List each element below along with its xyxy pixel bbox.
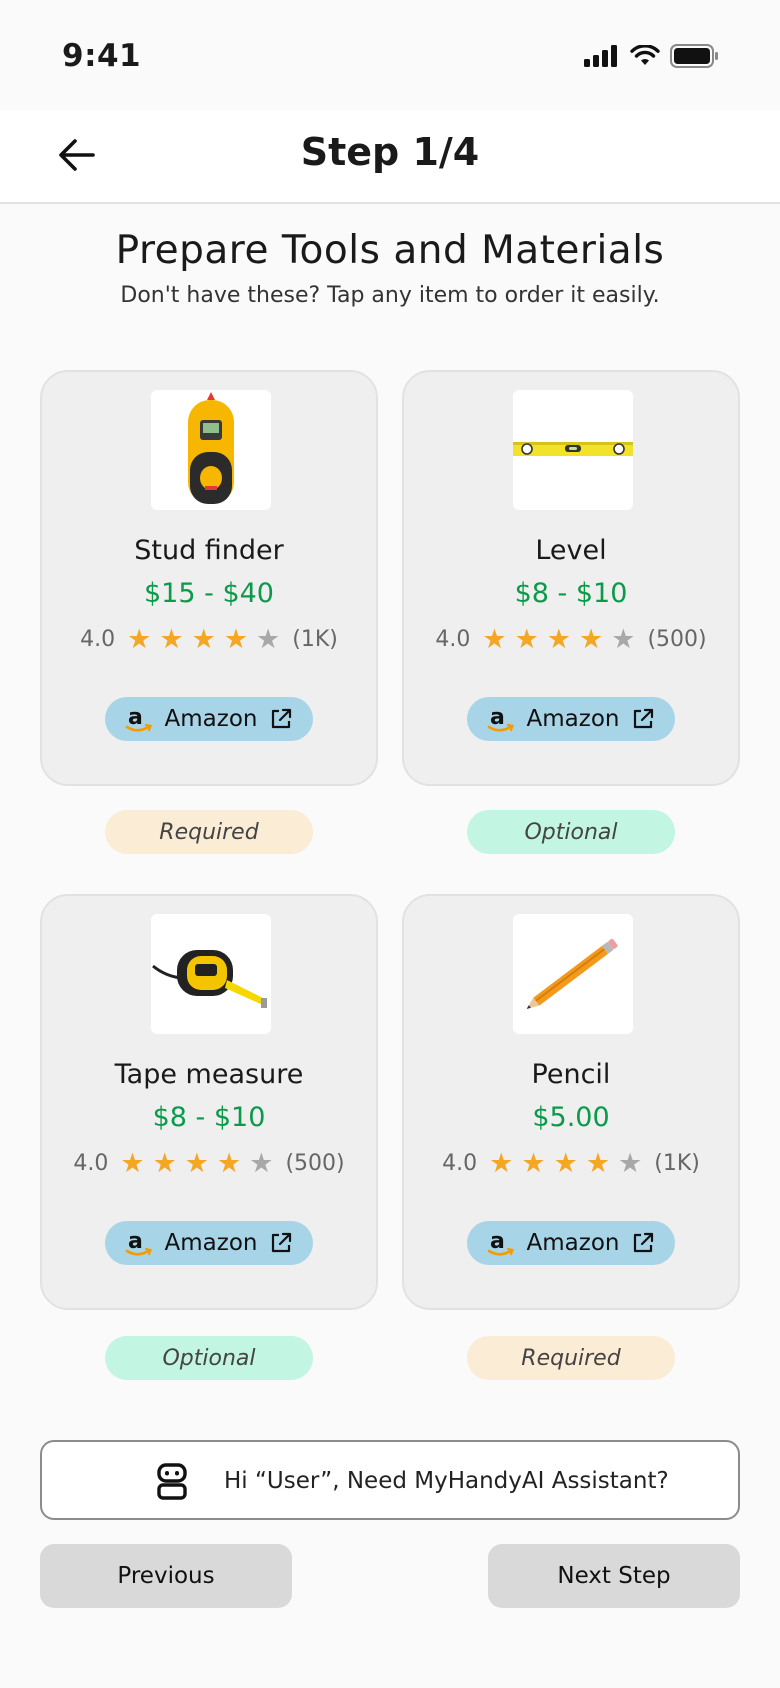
- amazon-logo-icon: a: [125, 705, 152, 732]
- header: Step 1/4: [0, 110, 780, 204]
- star-filled-icon: ★: [159, 624, 184, 655]
- page-title: Prepare Tools and Materials: [115, 228, 665, 273]
- status-time: 9:41: [62, 38, 142, 74]
- tape-measure-image: [151, 914, 271, 1034]
- external-link-icon: [272, 708, 292, 729]
- tool-price: $15 - $40: [144, 578, 274, 609]
- star-filled-icon: ★: [184, 1148, 210, 1179]
- rating-value: 4.0: [435, 627, 471, 652]
- star-filled-icon: ★: [546, 624, 572, 655]
- next-step-button[interactable]: Next Step: [488, 1544, 740, 1608]
- svg-text:a: a: [490, 1229, 505, 1254]
- pencil-image: [513, 914, 633, 1034]
- tool-name: Tape measure: [114, 1059, 304, 1090]
- required-badge: Required: [467, 1336, 675, 1380]
- external-link-icon: [272, 1232, 292, 1253]
- star-filled-icon: ★: [579, 624, 604, 655]
- star-filled-icon: ★: [191, 624, 216, 655]
- amazon-label: Amazon: [526, 1230, 620, 1256]
- amazon-label: Amazon: [164, 1230, 258, 1256]
- star-filled-icon: ★: [217, 1148, 242, 1179]
- status-bar: 9:41: [0, 0, 780, 110]
- tool-name: Stud finder: [134, 535, 284, 566]
- optional-badge: Optional: [467, 810, 675, 854]
- external-link-icon: [634, 1232, 654, 1253]
- amazon-label: Amazon: [164, 706, 258, 732]
- amazon-button[interactable]: a Amazon: [105, 1221, 313, 1265]
- rating-value: 4.0: [442, 1151, 478, 1176]
- amazon-button[interactable]: a Amazon: [105, 697, 313, 741]
- rating-count: (1K): [654, 1151, 700, 1176]
- star-empty-icon: ★: [618, 1148, 643, 1179]
- amazon-button[interactable]: a Amazon: [467, 1221, 675, 1265]
- star-filled-icon: ★: [521, 1148, 546, 1179]
- star-filled-icon: ★: [585, 1148, 611, 1179]
- star-filled-icon: ★: [223, 624, 249, 655]
- star-filled-icon: ★: [152, 1148, 177, 1179]
- external-link-icon: [634, 708, 654, 729]
- battery-icon: [670, 44, 718, 68]
- svg-text:a: a: [128, 705, 143, 730]
- tool-rating: 4.0 ★ ★ ★ ★ ★ (500): [404, 626, 738, 653]
- required-badge: Required: [105, 810, 313, 854]
- rating-value: 4.0: [80, 627, 116, 652]
- tool-price: $5.00: [532, 1102, 610, 1133]
- tool-rating: 4.0 ★ ★ ★ ★ ★ (1K): [42, 626, 376, 653]
- optional-badge: Optional: [105, 1336, 313, 1380]
- tool-card-pencil[interactable]: Pencil $5.00 4.0 ★ ★ ★ ★ ★ (1K) a Amazon: [402, 894, 740, 1310]
- tool-card-stud-finder[interactable]: Stud finder $15 - $40 4.0 ★ ★ ★ ★ ★ (1K)…: [40, 370, 378, 786]
- star-filled-icon: ★: [514, 624, 539, 655]
- tool-card-level[interactable]: Level $8 - $10 4.0 ★ ★ ★ ★ ★ (500) a Ama…: [402, 370, 740, 786]
- rating-count: (500): [285, 1151, 345, 1176]
- page-subtitle: Don't have these? Tap any item to order …: [120, 283, 660, 308]
- page-step-title: Step 1/4: [300, 130, 480, 174]
- star-filled-icon: ★: [489, 1148, 514, 1179]
- wifi-icon: [630, 45, 660, 65]
- amazon-label: Amazon: [526, 706, 620, 732]
- tool-name: Level: [535, 535, 607, 566]
- star-filled-icon: ★: [120, 1148, 145, 1179]
- svg-text:a: a: [490, 705, 505, 730]
- svg-text:a: a: [128, 1229, 143, 1254]
- star-filled-icon: ★: [127, 624, 152, 655]
- tool-price: $8 - $10: [514, 578, 628, 609]
- rating-value: 4.0: [73, 1151, 109, 1176]
- robot-icon: [157, 1463, 187, 1500]
- status-icons: [584, 44, 720, 68]
- tool-name: Pencil: [531, 1059, 611, 1090]
- rating-count: (500): [647, 627, 707, 652]
- tool-card-tape-measure[interactable]: Tape measure $8 - $10 4.0 ★ ★ ★ ★ ★ (500…: [40, 894, 378, 1310]
- star-empty-icon: ★: [256, 624, 281, 655]
- assistant-prompt-text: Hi “User”, Need MyHandyAI Assistant?: [224, 1468, 669, 1494]
- amazon-logo-icon: a: [487, 705, 514, 732]
- assistant-prompt-button[interactable]: Hi “User”, Need MyHandyAI Assistant?: [40, 1440, 740, 1520]
- amazon-logo-icon: a: [125, 1229, 152, 1256]
- star-empty-icon: ★: [249, 1148, 274, 1179]
- star-filled-icon: ★: [482, 624, 507, 655]
- star-filled-icon: ★: [553, 1148, 578, 1179]
- level-image: [513, 390, 633, 510]
- tool-price: $8 - $10: [152, 1102, 266, 1133]
- amazon-button[interactable]: a Amazon: [467, 697, 675, 741]
- rating-count: (1K): [292, 627, 338, 652]
- cellular-signal-icon: [584, 45, 617, 67]
- previous-button[interactable]: Previous: [40, 1544, 292, 1608]
- amazon-logo-icon: a: [487, 1229, 514, 1256]
- tool-rating: 4.0 ★ ★ ★ ★ ★ (1K): [404, 1150, 738, 1177]
- star-empty-icon: ★: [611, 624, 636, 655]
- tool-rating: 4.0 ★ ★ ★ ★ ★ (500): [42, 1150, 376, 1177]
- stud-finder-image: [151, 390, 271, 510]
